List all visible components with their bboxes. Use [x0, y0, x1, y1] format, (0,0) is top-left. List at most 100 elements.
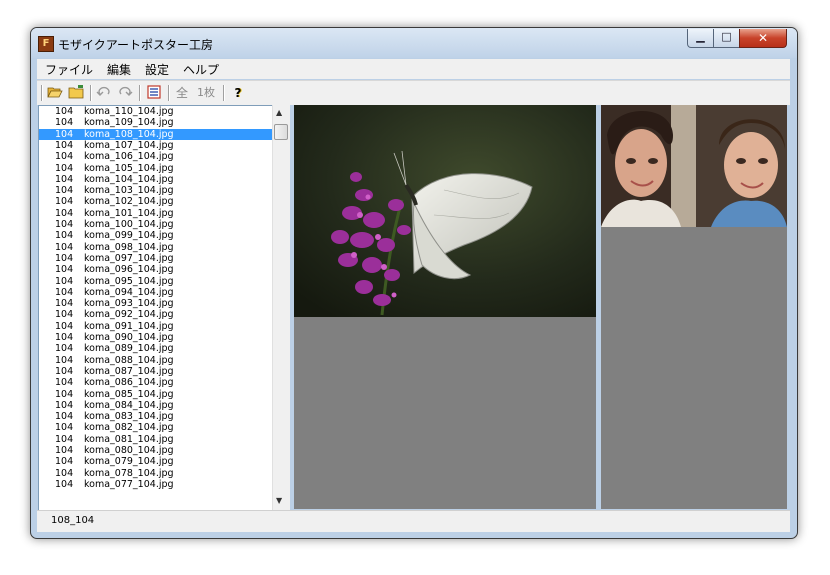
scroll-down-icon[interactable]: ▼ [276, 496, 282, 505]
open-file-button[interactable] [46, 84, 64, 102]
list-item[interactable]: 104 koma_092_104.jpg [39, 309, 272, 320]
list-item[interactable]: 104 koma_085_104.jpg [39, 389, 272, 400]
list-item[interactable]: 104 koma_096_104.jpg [39, 264, 272, 275]
help-button[interactable]: ? [229, 84, 247, 102]
list-item-filename: koma_079_104.jpg [84, 456, 174, 468]
list-item[interactable]: 104 koma_088_104.jpg [39, 355, 272, 366]
list-item-filename: koma_094_104.jpg [84, 286, 174, 298]
app-icon[interactable]: F [38, 36, 54, 52]
list-item-filename: koma_077_104.jpg [84, 478, 174, 490]
list-item[interactable]: 104 koma_110_104.jpg [39, 106, 272, 117]
list-item-filename: koma_086_104.jpg [84, 377, 174, 389]
list-item[interactable]: 104 koma_089_104.jpg [39, 343, 272, 354]
list-item-filename: koma_095_104.jpg [84, 275, 174, 287]
list-item[interactable]: 104 koma_091_104.jpg [39, 321, 272, 332]
file-list-scrollbar[interactable]: ▲ ▼ [272, 105, 290, 511]
list-item-number: 104 [55, 388, 74, 400]
list-item-filename: koma_085_104.jpg [84, 388, 174, 400]
list-item-number: 104 [55, 106, 74, 117]
list-item-filename: koma_107_104.jpg [84, 139, 174, 151]
all-button[interactable]: 全 [173, 84, 191, 102]
menu-settings[interactable]: 設定 [145, 61, 169, 78]
list-item[interactable]: 104 koma_098_104.jpg [39, 242, 272, 253]
minimize-button[interactable]: ▁ [687, 29, 714, 48]
status-text: 108_104 [51, 515, 95, 526]
list-item-number: 104 [55, 241, 74, 253]
list-item[interactable]: 104 koma_083_104.jpg [39, 411, 272, 422]
list-item-number: 104 [55, 467, 74, 479]
toolbar-separator [41, 85, 43, 101]
list-item-number: 104 [55, 207, 74, 219]
list-view-button[interactable] [145, 84, 163, 102]
list-item-number: 104 [55, 196, 74, 208]
list-item-number: 104 [55, 433, 74, 445]
list-item-number: 104 [55, 343, 74, 355]
list-item[interactable]: 104 koma_078_104.jpg [39, 468, 272, 479]
list-item-number: 104 [55, 377, 74, 389]
list-item-filename: koma_083_104.jpg [84, 411, 174, 423]
list-item[interactable]: 104 koma_105_104.jpg [39, 163, 272, 174]
list-item[interactable]: 104 koma_090_104.jpg [39, 332, 272, 343]
list-item[interactable]: 104 koma_101_104.jpg [39, 208, 272, 219]
scroll-up-icon[interactable]: ▲ [276, 108, 282, 117]
list-item-number: 104 [55, 230, 74, 242]
list-item[interactable]: 104 koma_100_104.jpg [39, 219, 272, 230]
open-folder-button[interactable] [67, 84, 85, 102]
list-item[interactable]: 104 koma_106_104.jpg [39, 151, 272, 162]
list-item[interactable]: 104 koma_081_104.jpg [39, 434, 272, 445]
list-item-filename: koma_081_104.jpg [84, 433, 174, 445]
menu-file[interactable]: ファイル [45, 61, 93, 78]
menu-help[interactable]: ヘルプ [183, 61, 219, 78]
undo-button[interactable] [95, 84, 113, 102]
list-item-filename: koma_101_104.jpg [84, 207, 174, 219]
list-item-filename: koma_093_104.jpg [84, 298, 174, 310]
list-item[interactable]: 104 koma_103_104.jpg [39, 185, 272, 196]
list-item-number: 104 [55, 128, 74, 140]
folder-icon [68, 85, 84, 99]
list-item[interactable]: 104 koma_104_104.jpg [39, 174, 272, 185]
list-item[interactable]: 104 koma_084_104.jpg [39, 400, 272, 411]
list-item-filename: koma_110_104.jpg [84, 106, 174, 117]
close-button[interactable]: ✕ [739, 29, 787, 48]
list-item-number: 104 [55, 422, 74, 434]
list-item[interactable]: 104 koma_107_104.jpg [39, 140, 272, 151]
one-sheet-button[interactable]: 1枚 [193, 84, 219, 102]
list-item-filename: koma_109_104.jpg [84, 117, 174, 129]
list-item-number: 104 [55, 219, 74, 230]
list-item-filename: koma_090_104.jpg [84, 332, 174, 343]
list-item-selected[interactable]: 104 koma_108_104.jpg [39, 128, 272, 140]
list-item[interactable]: 104 koma_079_104.jpg [39, 456, 272, 467]
list-item[interactable]: 104 koma_080_104.jpg [39, 445, 272, 456]
list-item[interactable]: 104 koma_099_104.jpg [39, 230, 272, 241]
list-item[interactable]: 104 koma_095_104.jpg [39, 276, 272, 287]
list-icon [147, 85, 161, 99]
list-item[interactable]: 104 koma_077_104.jpg [39, 479, 272, 490]
list-item[interactable]: 104 koma_097_104.jpg [39, 253, 272, 264]
list-item-filename: koma_100_104.jpg [84, 219, 174, 230]
list-item[interactable]: 104 koma_102_104.jpg [39, 196, 272, 207]
mosaic-portrait-image [601, 105, 787, 227]
menu-edit[interactable]: 編集 [107, 61, 131, 78]
list-item-filename: koma_104_104.jpg [84, 173, 174, 185]
list-item-number: 104 [55, 185, 74, 197]
list-item-number: 104 [55, 252, 74, 264]
list-item[interactable]: 104 koma_086_104.jpg [39, 377, 272, 388]
scroll-thumb[interactable] [274, 124, 288, 140]
list-item-filename: koma_105_104.jpg [84, 162, 174, 174]
close-icon: ✕ [757, 31, 769, 45]
list-item[interactable]: 104 koma_093_104.jpg [39, 298, 272, 309]
title-bar[interactable]: F モザイクアートポスター工房 ▁ □ ✕ [31, 28, 797, 58]
list-item-filename: koma_098_104.jpg [84, 241, 174, 253]
list-item[interactable]: 104 koma_087_104.jpg [39, 366, 272, 377]
list-item-filename: koma_096_104.jpg [84, 264, 174, 276]
list-item[interactable]: 104 koma_094_104.jpg [39, 287, 272, 298]
list-item-filename: koma_103_104.jpg [84, 185, 174, 197]
maximize-button[interactable]: □ [713, 29, 740, 48]
toolbar: 全 1枚 ? [37, 80, 790, 105]
list-item[interactable]: 104 koma_109_104.jpg [39, 117, 272, 128]
list-item[interactable]: 104 koma_082_104.jpg [39, 422, 272, 433]
redo-button[interactable] [116, 84, 134, 102]
list-item-filename: koma_082_104.jpg [84, 422, 174, 434]
file-list[interactable]: 104 koma_110_104.jpg 104 koma_109_104.jpg 10… [38, 105, 273, 511]
list-item-number: 104 [55, 411, 74, 423]
